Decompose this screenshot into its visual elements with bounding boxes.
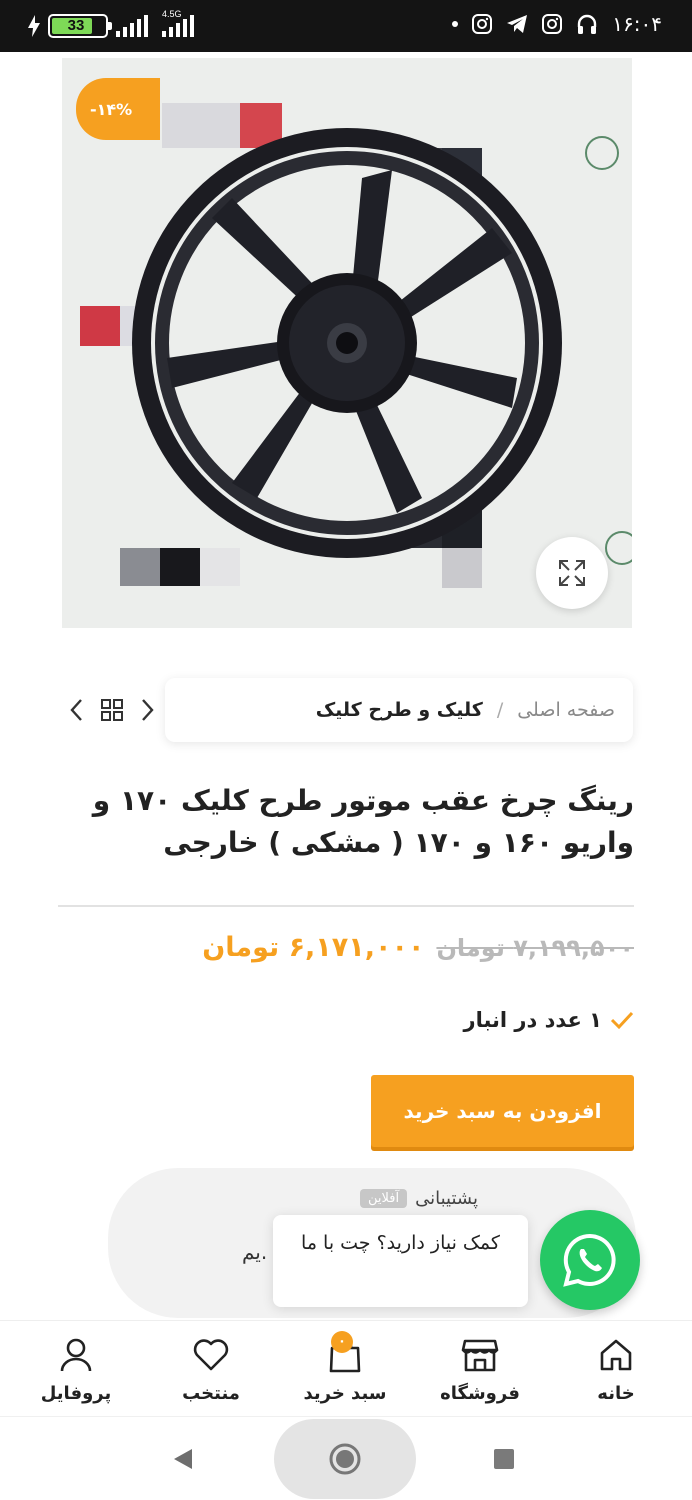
whatsapp-button[interactable] xyxy=(540,1210,640,1310)
breadcrumb: صفحه اصلی / کلیک و طرح کلیک xyxy=(165,678,633,742)
expand-icon xyxy=(559,560,585,586)
status-bar: 33 4.5G ۱۶:۰۴ xyxy=(0,0,692,52)
clock: ۱۶:۰۴ xyxy=(612,12,662,36)
whatsapp-icon xyxy=(563,1233,616,1287)
nav-profile[interactable]: پروفایل xyxy=(16,1335,136,1404)
chevron-right-icon[interactable] xyxy=(136,697,158,723)
support-header: پشتیبانی آفلاین xyxy=(360,1188,478,1209)
checkmark-icon xyxy=(610,1011,634,1030)
nav-cart-label: سبد خرید xyxy=(303,1383,387,1404)
product-image[interactable] xyxy=(62,58,632,628)
old-price: ۷,۱۹۹,۵۰۰ تومان xyxy=(436,933,634,962)
charging-icon xyxy=(28,15,40,37)
product-title: رینگ چرخ عقب موتور طرح کلیک ۱۷۰ و واریو … xyxy=(92,784,634,859)
battery-indicator: 33 xyxy=(48,14,112,38)
nav-profile-label: پروفایل xyxy=(40,1383,112,1404)
home-button[interactable] xyxy=(274,1419,416,1499)
nav-wishlist-label: منتخب xyxy=(182,1383,240,1404)
price-row: ۷,۱۹۹,۵۰۰ تومان ۶,۱۷۱,۰۰۰ تومان xyxy=(58,932,634,963)
nav-home[interactable]: خانه xyxy=(556,1335,676,1404)
back-icon[interactable] xyxy=(172,1447,194,1471)
nav-shop-label: فروشگاه xyxy=(440,1383,520,1404)
network-type: 4.5G xyxy=(162,9,182,19)
nav-cart[interactable]: ۰ سبد خرید xyxy=(285,1331,405,1404)
home-icon xyxy=(600,1339,632,1371)
bottom-nav: خانه فروشگاه ۰ سبد خرید منتخب پروفایل xyxy=(0,1320,692,1416)
recent-apps-icon[interactable] xyxy=(494,1449,514,1469)
stock-text: ۱ عدد در انبار xyxy=(463,1008,602,1032)
support-title: پشتیبانی xyxy=(415,1188,478,1209)
signal-icon xyxy=(116,15,148,37)
nav-wishlist[interactable]: منتخب xyxy=(151,1335,271,1404)
notification-dot-icon xyxy=(452,21,459,27)
nav-shop[interactable]: فروشگاه xyxy=(420,1335,540,1404)
chevron-left-icon[interactable] xyxy=(66,697,88,723)
chat-prompt-bubble[interactable]: کمک نیاز دارید؟ چت با ما xyxy=(273,1215,528,1307)
support-message-text: یم. xyxy=(242,1240,268,1264)
cart-count-badge: ۰ xyxy=(331,1331,353,1353)
telegram-icon xyxy=(507,15,528,33)
nav-home-label: خانه xyxy=(597,1383,635,1404)
grid-icon[interactable] xyxy=(100,698,124,722)
store-icon xyxy=(461,1339,499,1372)
stock-status: ۱ عدد در انبار xyxy=(58,1008,634,1032)
add-to-cart-button[interactable]: افزودن به سبد خرید xyxy=(371,1075,634,1147)
sale-price: ۶,۱۷۱,۰۰۰ تومان xyxy=(202,932,425,963)
divider xyxy=(58,905,634,907)
breadcrumb-current-link[interactable]: کلیک و طرح کلیک xyxy=(316,699,483,721)
user-icon xyxy=(60,1338,92,1372)
signal-4g-icon: 4.5G xyxy=(162,9,194,37)
system-nav-bar xyxy=(0,1416,692,1500)
discount-badge: -۱۴% xyxy=(76,78,160,140)
instagram-icon xyxy=(472,14,493,34)
circle-home-icon xyxy=(329,1443,361,1475)
headphones-icon xyxy=(578,14,597,34)
wheel-rim-image xyxy=(62,58,632,628)
heart-icon xyxy=(193,1339,229,1371)
support-status-badge: آفلاین xyxy=(360,1189,408,1208)
instagram-icon xyxy=(542,14,563,34)
battery-level: 33 xyxy=(67,17,85,34)
breadcrumb-home-link[interactable]: صفحه اصلی xyxy=(517,699,615,721)
breadcrumb-separator: / xyxy=(496,699,504,721)
zoom-button[interactable] xyxy=(536,537,608,609)
